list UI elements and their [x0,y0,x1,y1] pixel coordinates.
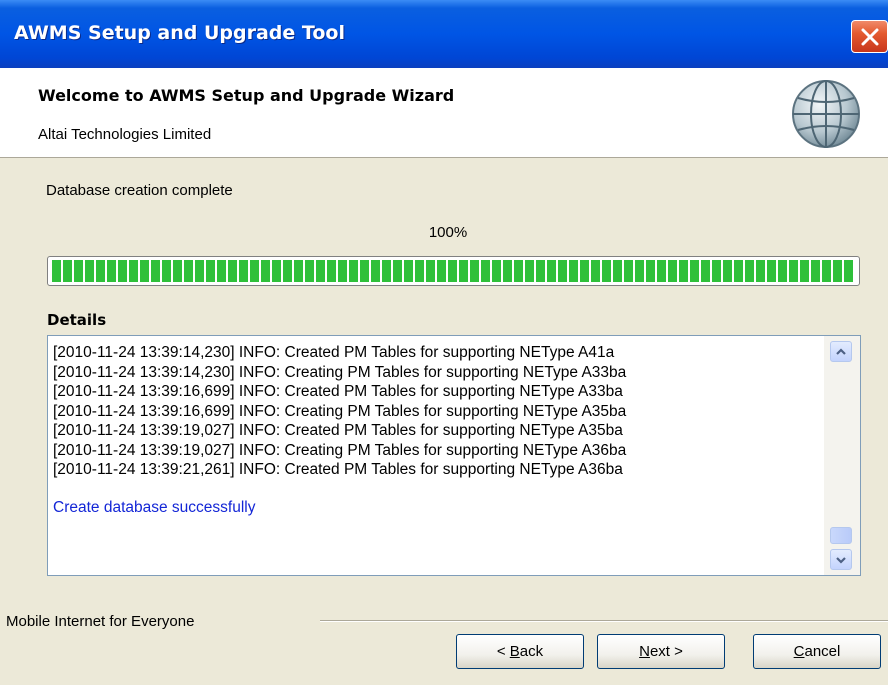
back-button-label: ack [519,643,544,660]
progress-fill [52,260,855,282]
cancel-button-accesskey: C [793,643,805,660]
next-button[interactable]: Next > [597,634,725,669]
chevron-down-icon [836,557,846,564]
details-log[interactable]: [2010-11-24 13:39:14,230] INFO: Created … [47,335,861,576]
back-button-accesskey: B [509,643,520,660]
footer-slogan: Mobile Internet for Everyone [6,613,195,630]
status-text: Database creation complete [46,182,233,199]
chevron-up-icon [836,348,846,355]
progress-percent: 100% [428,224,468,241]
globe-icon [792,80,860,148]
scroll-up-button[interactable] [830,341,852,362]
scroll-thumb[interactable] [830,527,852,544]
log-lines: [2010-11-24 13:39:14,230] INFO: Created … [53,343,820,517]
log-line: [2010-11-24 13:39:14,230] INFO: Creating… [53,363,627,381]
close-icon [861,28,879,46]
back-button[interactable]: < Back [456,634,584,669]
wizard-header: Welcome to AWMS Setup and Upgrade Wizard… [0,68,888,158]
details-label: Details [47,311,107,329]
log-line: [2010-11-24 13:39:19,027] INFO: Created … [53,422,623,439]
log-line: [2010-11-24 13:39:21,261] INFO: Created … [53,461,623,478]
scroll-down-button[interactable] [830,549,852,570]
log-line: [2010-11-24 13:39:16,699] INFO: Creating… [53,402,627,420]
next-button-label: ext > [649,643,683,660]
vertical-scrollbar[interactable] [824,336,860,575]
cancel-button[interactable]: Cancel [753,634,881,669]
log-line: [2010-11-24 13:39:14,230] INFO: Created … [53,344,615,361]
title-bar[interactable]: AWMS Setup and Upgrade Tool [0,0,888,68]
cancel-button-label: ancel [804,643,841,660]
log-line: [2010-11-24 13:39:16,699] INFO: Created … [53,383,623,400]
back-button-prefix: < [496,643,510,660]
log-line: [2010-11-24 13:39:19,027] INFO: Creating… [53,441,627,459]
next-button-accesskey: N [639,643,650,660]
setup-dialog: AWMS Setup and Upgrade Tool Welcome to A… [0,0,888,685]
header-title: Welcome to AWMS Setup and Upgrade Wizard [38,86,455,105]
success-message: Create database successfully [53,498,256,516]
close-button[interactable] [851,20,888,53]
window-title: AWMS Setup and Upgrade Tool [14,22,345,44]
progress-bar [47,256,860,286]
footer-divider [320,620,888,622]
header-subtitle: Altai Technologies Limited [38,126,212,143]
